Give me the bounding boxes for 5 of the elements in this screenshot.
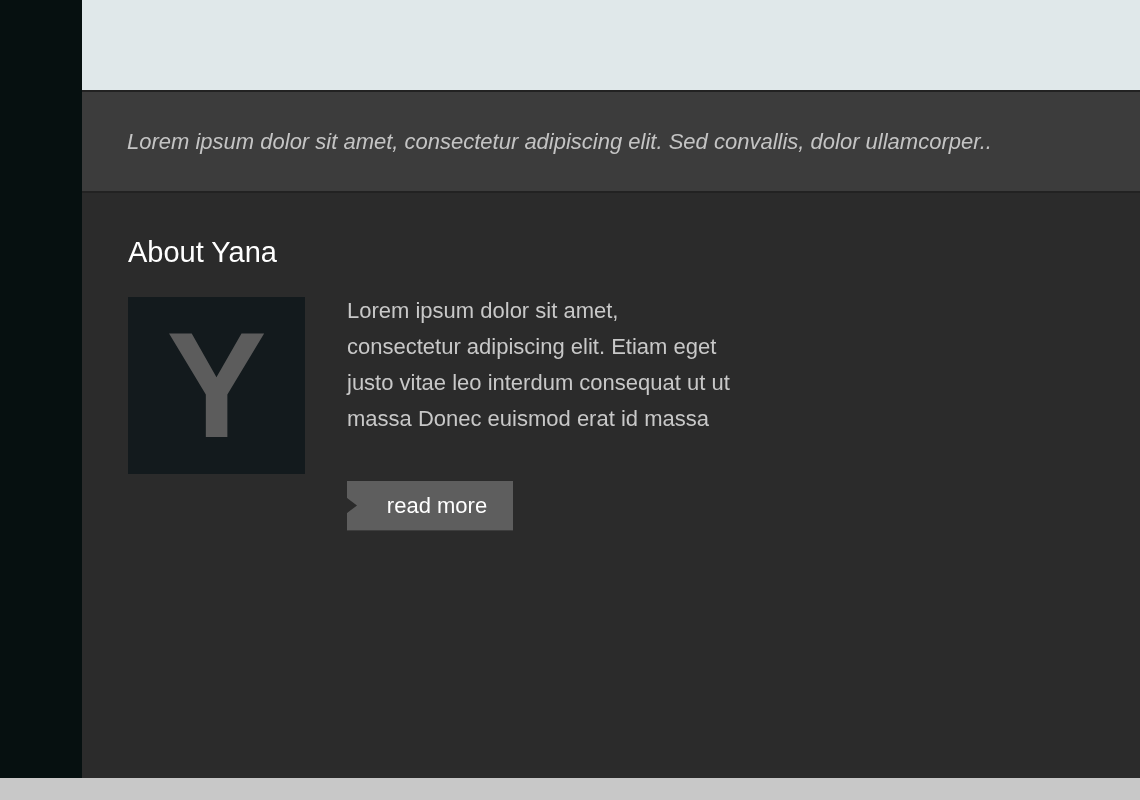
about-text: Lorem ipsum dolor sit amet, consectetur adipiscing elit. Etiam eget justo vitae leo interdum consequat ut ut massa Donec euismod erat id massa xyxy=(347,296,731,433)
section-title: About Yana xyxy=(128,235,278,270)
read-more-button[interactable]: read more xyxy=(347,480,513,531)
tagline: Lorem ipsum dolor sit amet, consectetur adipiscing elit. Sed convallis, dolor ullamcorper.. xyxy=(127,128,992,156)
logo-letter: Y xyxy=(166,310,267,460)
